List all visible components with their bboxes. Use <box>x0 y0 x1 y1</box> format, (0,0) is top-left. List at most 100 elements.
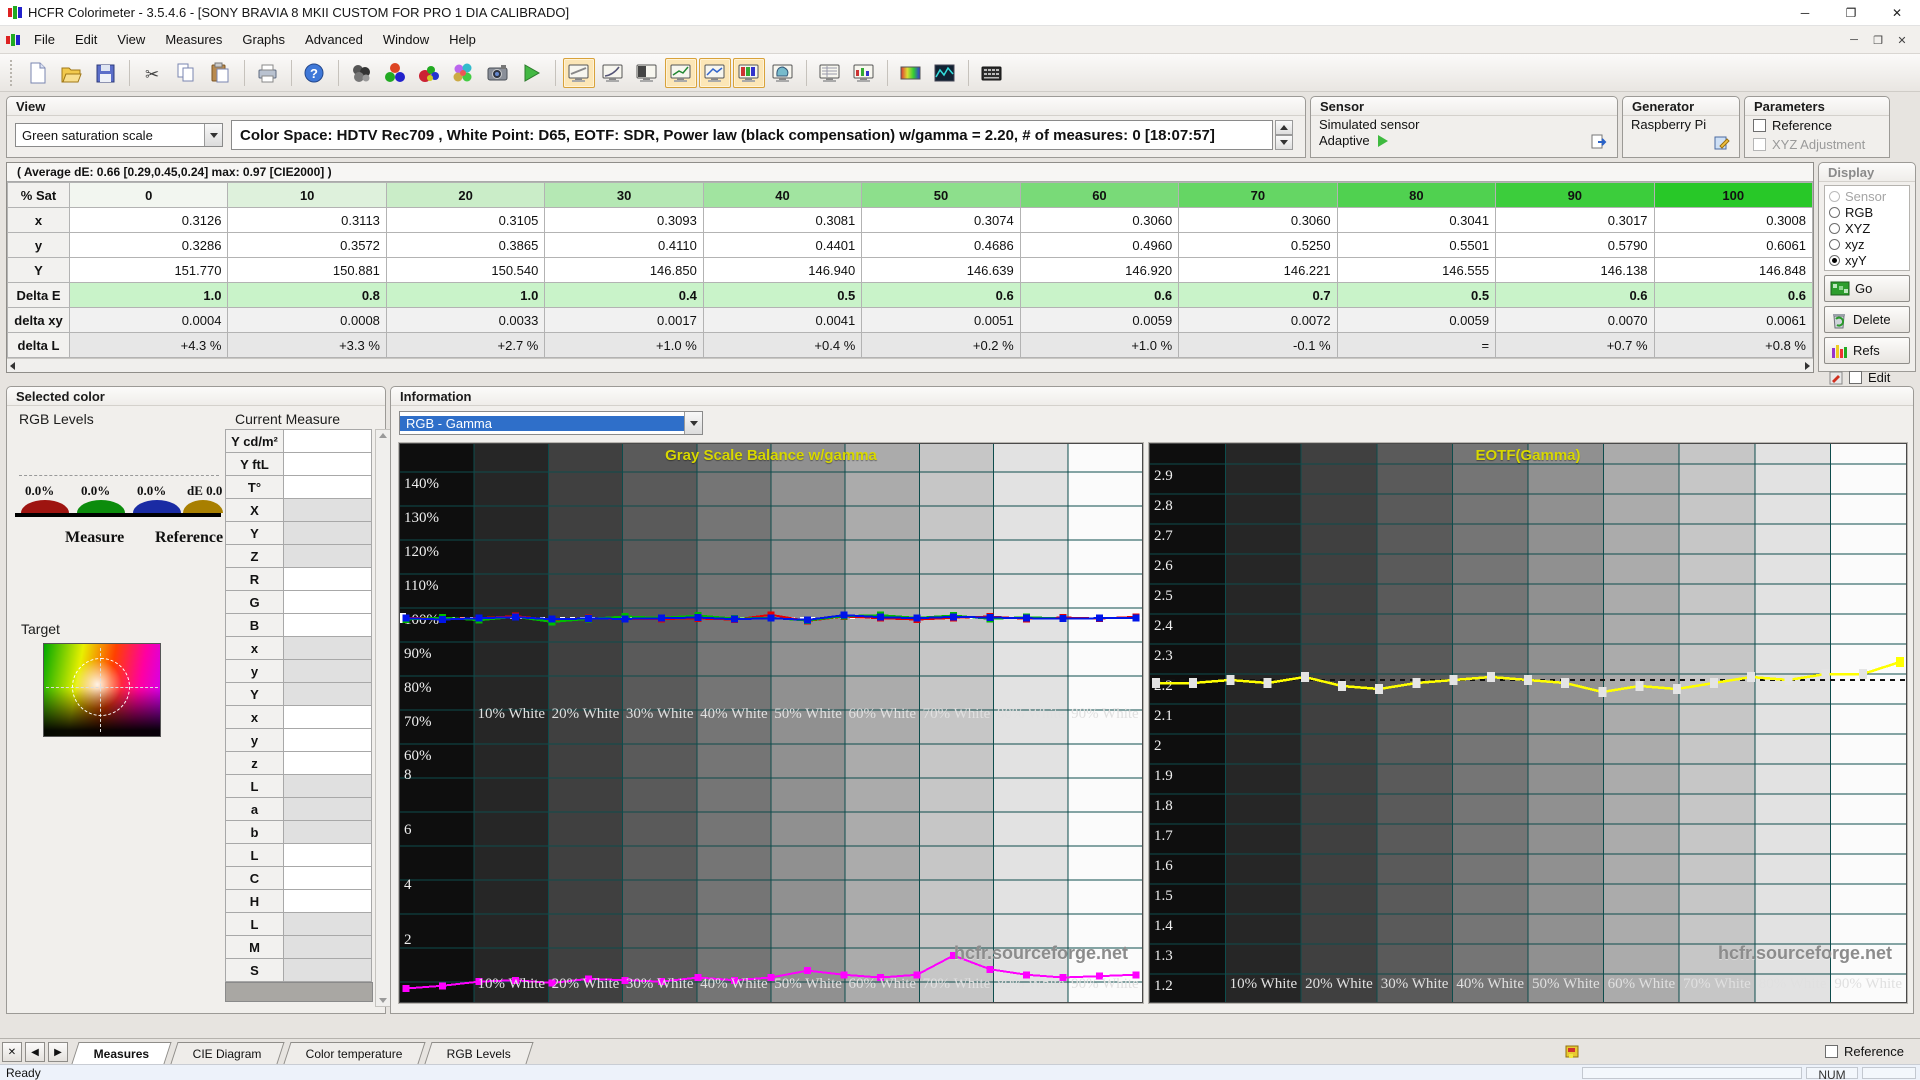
measure-cell[interactable]: +0.4 % <box>702 332 863 358</box>
saturation-column-header[interactable]: 40 <box>702 182 863 208</box>
spin-up-button[interactable] <box>1275 120 1293 135</box>
dropdown-arrow-icon[interactable] <box>684 412 702 434</box>
measure-cell[interactable]: +3.3 % <box>227 332 387 358</box>
measure-cell[interactable]: 0.0072 <box>1178 307 1338 333</box>
measure-cell[interactable]: 0.5790 <box>1495 232 1655 258</box>
measure-cell[interactable]: 0.4960 <box>1019 232 1180 258</box>
view-nearwhite-button[interactable] <box>665 57 697 88</box>
measure-cell[interactable]: 146.221 <box>1178 257 1338 283</box>
pattern-generator-button[interactable] <box>976 58 1008 88</box>
measure-cell[interactable]: +1.0 % <box>544 332 704 358</box>
open-file-button[interactable] <box>56 58 88 88</box>
measure-cell[interactable]: 146.850 <box>544 257 704 283</box>
waveform-pattern-button[interactable] <box>929 58 961 88</box>
view-primaries-button[interactable] <box>733 57 765 88</box>
saturation-column-header[interactable]: 10 <box>227 182 387 208</box>
measure-cell[interactable]: 151.770 <box>68 257 229 283</box>
scroll-left-button[interactable] <box>10 361 15 370</box>
color-checker-button[interactable] <box>448 58 480 88</box>
measure-cell[interactable]: 0.5 <box>702 282 863 308</box>
measure-cell[interactable]: 0.0004 <box>68 307 229 333</box>
measure-cell[interactable]: 0.0059 <box>1336 307 1497 333</box>
view-cie-button[interactable] <box>767 58 799 88</box>
saturation-column-header[interactable]: 20 <box>385 182 546 208</box>
display-radio-xyy[interactable]: xyY <box>1829 252 1905 268</box>
measure-cell[interactable]: 0.0017 <box>544 307 704 333</box>
measure-cell[interactable]: 0.0070 <box>1495 307 1655 333</box>
reference-checkbox[interactable] <box>1825 1045 1839 1058</box>
measure-cell[interactable]: 0.4110 <box>544 232 704 258</box>
dropdown-arrow-icon[interactable] <box>204 124 222 146</box>
measure-cell[interactable]: 146.920 <box>1019 257 1180 283</box>
saturation-column-header[interactable]: 0 <box>68 182 229 208</box>
close-tab-button[interactable]: ✕ <box>2 1042 22 1062</box>
tab-rgb-levels[interactable]: RGB Levels <box>424 1042 534 1064</box>
measure-cell[interactable]: 146.940 <box>702 257 863 283</box>
sensor-run-icon[interactable] <box>1377 134 1388 147</box>
save-file-button[interactable] <box>90 58 122 88</box>
new-file-button[interactable] <box>22 58 54 88</box>
measure-cell[interactable]: 0.3060 <box>1178 207 1338 233</box>
delete-button[interactable]: Delete <box>1824 306 1910 333</box>
menu-window[interactable]: Window <box>373 28 439 51</box>
measure-cell[interactable]: 0.8 <box>227 282 387 308</box>
measure-cell[interactable]: +0.8 % <box>1653 332 1814 358</box>
measure-cell[interactable]: 0.4686 <box>861 232 1021 258</box>
reference-checkbox[interactable] <box>1753 119 1766 132</box>
measure-cell[interactable]: 150.540 <box>385 257 546 283</box>
measure-cell[interactable]: 0.4401 <box>702 232 863 258</box>
measure-cell[interactable]: 146.848 <box>1653 257 1814 283</box>
measure-cell[interactable]: 0.3286 <box>68 232 229 258</box>
saturation-column-header[interactable]: 50 <box>861 182 1021 208</box>
tab-measures[interactable]: Measures <box>71 1042 172 1064</box>
measure-cell[interactable]: 0.0059 <box>1019 307 1180 333</box>
menu-advanced[interactable]: Advanced <box>295 28 373 51</box>
sensor-settings-button[interactable] <box>346 58 378 88</box>
measure-cell[interactable]: 0.7 <box>1178 282 1338 308</box>
measure-cell[interactable]: 0.3572 <box>227 232 387 258</box>
measure-cell[interactable]: 0.3093 <box>544 207 704 233</box>
measure-cell[interactable]: 0.0051 <box>861 307 1021 333</box>
scroll-up-button[interactable] <box>379 433 387 438</box>
measure-cell[interactable]: 0.0033 <box>385 307 546 333</box>
measure-cell[interactable]: 0.6 <box>1495 282 1655 308</box>
spin-down-button[interactable] <box>1275 135 1293 150</box>
measure-cell[interactable]: 0.3126 <box>68 207 229 233</box>
generator-config-icon[interactable] <box>1714 135 1731 154</box>
menu-view[interactable]: View <box>107 28 155 51</box>
information-dropdown[interactable]: RGB - Gamma <box>399 411 703 435</box>
measure-cell[interactable]: 0.0061 <box>1653 307 1814 333</box>
measure-cell[interactable]: 0.3060 <box>1019 207 1180 233</box>
view-grayscale-button[interactable] <box>563 57 595 88</box>
scroll-tabs-right-button[interactable]: ▶ <box>48 1042 68 1062</box>
view-mode-dropdown[interactable]: Green saturation scale <box>15 123 223 147</box>
measure-cell[interactable]: 0.5250 <box>1178 232 1338 258</box>
measure-cell[interactable]: 0.4 <box>544 282 704 308</box>
run-measures-button[interactable] <box>516 58 548 88</box>
measure-cell[interactable]: 1.0 <box>385 282 546 308</box>
saturation-column-header[interactable]: 100 <box>1653 182 1814 208</box>
refs-button[interactable]: Refs <box>1824 337 1910 364</box>
menu-help[interactable]: Help <box>439 28 486 51</box>
view-gamma-button[interactable] <box>597 58 629 88</box>
measure-cell[interactable]: 0.3113 <box>227 207 387 233</box>
measure-cell[interactable]: 0.6 <box>1019 282 1180 308</box>
saturation-column-header[interactable]: 70 <box>1178 182 1338 208</box>
measure-cell[interactable]: +2.7 % <box>385 332 546 358</box>
primary-colors-button[interactable] <box>380 58 412 88</box>
measure-cell[interactable]: 0.0041 <box>702 307 863 333</box>
measure-cell[interactable]: 0.6 <box>1653 282 1814 308</box>
copy-button[interactable] <box>171 58 203 88</box>
measure-cell[interactable]: 0.3074 <box>861 207 1021 233</box>
tab-color-temperature[interactable]: Color temperature <box>283 1042 426 1064</box>
measure-cell[interactable]: +4.3 % <box>68 332 229 358</box>
measure-cell[interactable]: 146.639 <box>861 257 1021 283</box>
measure-cell[interactable]: 0.0008 <box>227 307 387 333</box>
measure-cell[interactable]: 150.881 <box>227 257 387 283</box>
measure-cell[interactable]: 0.6061 <box>1653 232 1814 258</box>
view-measures-grid-button[interactable] <box>814 58 846 88</box>
maximize-button[interactable]: ❐ <box>1828 0 1874 26</box>
display-radio-rgb[interactable]: RGB <box>1829 204 1905 220</box>
measure-cell[interactable]: 0.5 <box>1336 282 1497 308</box>
scroll-right-button[interactable] <box>1805 361 1810 370</box>
